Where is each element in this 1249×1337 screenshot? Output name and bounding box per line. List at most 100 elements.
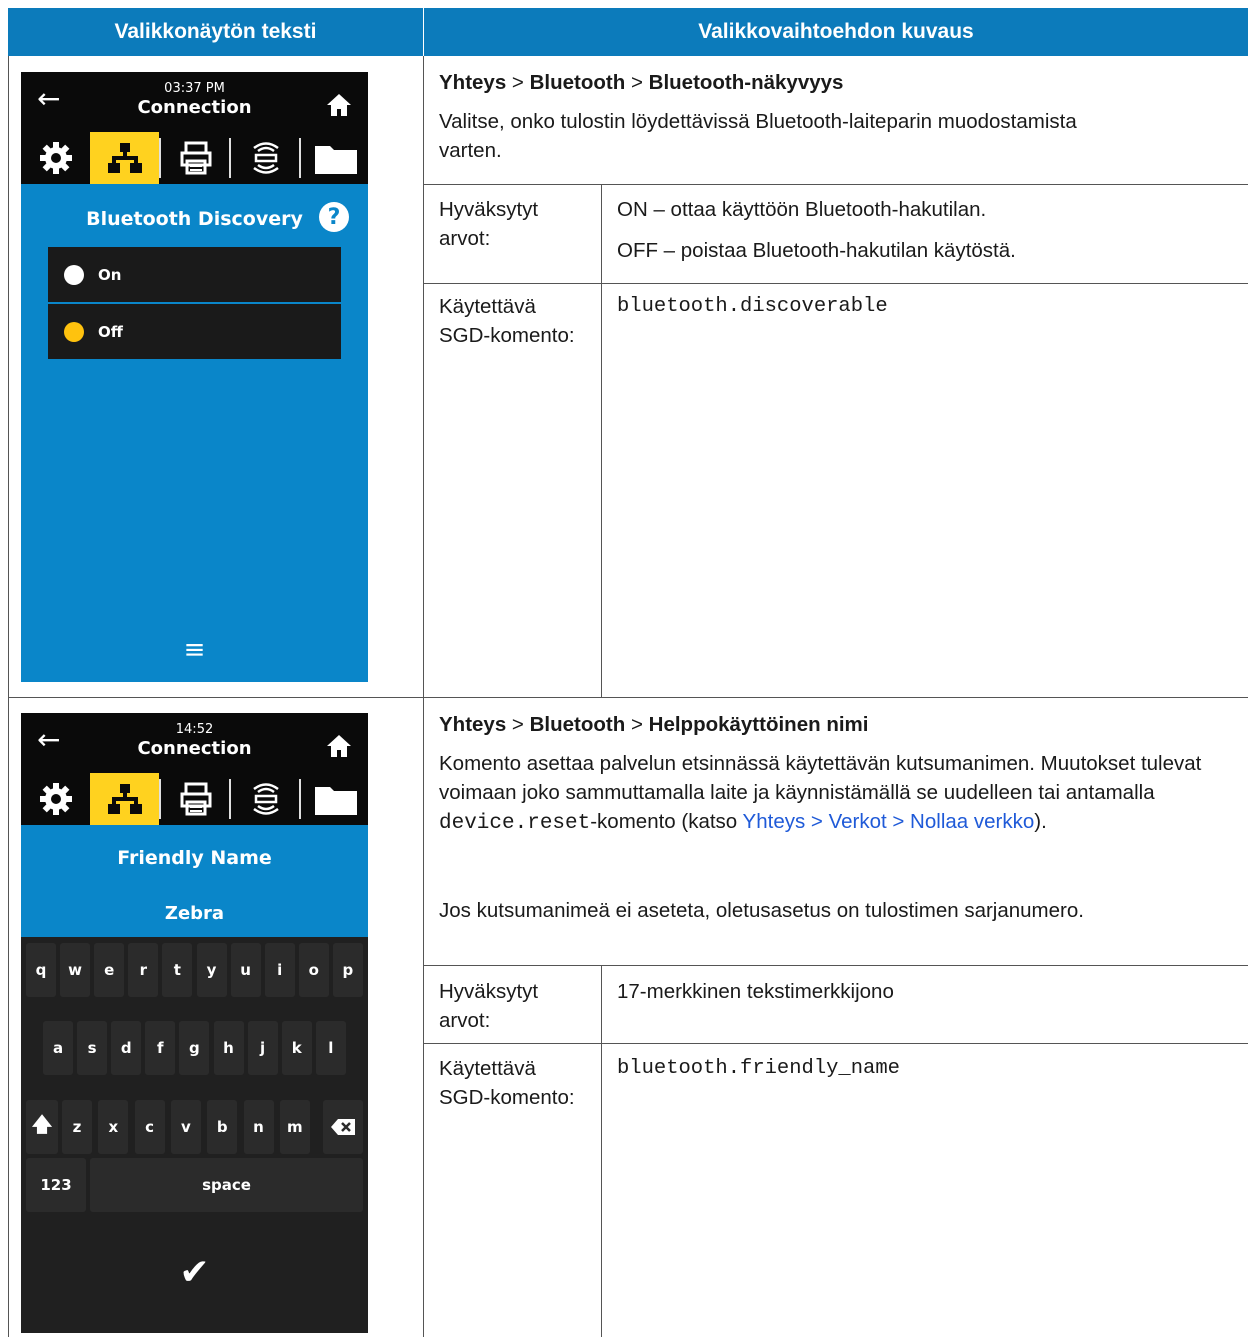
key-q[interactable]: q [26, 943, 56, 997]
row1-subtable-divider [601, 184, 602, 697]
key-r[interactable]: r [128, 943, 159, 997]
home-icon[interactable] [326, 92, 352, 118]
confirm-check-icon[interactable]: ✔ [26, 1217, 363, 1327]
accepted-value: 17-merkkinen tekstimerkkijono [617, 980, 894, 1003]
screen-friendly-name: ← 14:52 Connection Friendly Name Zebra 1… [21, 713, 368, 1333]
radio-selected-icon [64, 321, 84, 342]
row2-subtable-mid [424, 1043, 1248, 1044]
key-c[interactable]: c [134, 1100, 165, 1154]
breadcrumb: Yhteys > Bluetooth > Helppokäyttöinen ni… [439, 713, 869, 736]
shift-key-icon[interactable]: 🡅 [26, 1100, 58, 1154]
key-b[interactable]: b [207, 1100, 238, 1154]
key-e[interactable]: e [94, 943, 125, 997]
key-l[interactable]: l [315, 1021, 346, 1075]
screen-heading: Bluetooth Discovery [86, 208, 303, 230]
option-label: Off [98, 322, 123, 341]
screen-time: 14:52 [175, 722, 214, 737]
tab-settings[interactable] [21, 773, 90, 825]
row2-subtable-top [424, 965, 1248, 966]
key-s[interactable]: s [77, 1021, 108, 1075]
key-o[interactable]: o [298, 943, 329, 997]
row1-subtable-top [424, 184, 1248, 185]
tab-storage[interactable] [301, 132, 368, 184]
option-on[interactable]: On [48, 247, 341, 302]
screen-heading: Friendly Name [117, 847, 272, 869]
tab-connection[interactable] [90, 132, 159, 184]
key-h[interactable]: h [213, 1021, 244, 1075]
screen-title: Connection [137, 738, 252, 759]
accepted-value: OFF – poistaa Bluetooth-hakutilan käytös… [617, 239, 1016, 262]
key-f[interactable]: f [145, 1021, 176, 1075]
friendly-name-value[interactable]: Zebra [21, 903, 368, 924]
home-icon[interactable] [326, 733, 352, 759]
row-divider [8, 697, 1248, 698]
screen-topbar: ← 03:37 PM Connection [21, 72, 368, 132]
backspace-icon [331, 1119, 355, 1135]
folder-icon [314, 787, 357, 815]
accepted-values-label: Hyväksytyt arvot: [439, 980, 539, 1032]
key-k[interactable]: k [281, 1021, 312, 1075]
printer-icon [180, 141, 211, 175]
sgd-command: bluetooth.discoverable [617, 295, 888, 318]
tab-connection[interactable] [90, 773, 159, 825]
tab-print[interactable] [161, 132, 230, 184]
screen-bluetooth-discovery: ← 03:37 PM Connection Bluetooth Discover… [21, 72, 368, 682]
key-t[interactable]: t [162, 943, 193, 997]
key-p[interactable]: p [332, 943, 363, 997]
onscreen-keyboard: 123 space 🡅 ✔ qwertyuiop asdfghjkl zxcvbnm [21, 937, 368, 1333]
backspace-key-icon[interactable] [323, 1100, 363, 1154]
menu-tabs [21, 773, 368, 825]
tab-rfid[interactable] [231, 132, 300, 184]
hamburger-menu-icon[interactable]: ≡ [21, 635, 368, 665]
table-header: Valikkonäytön teksti Valikkovaihtoehdon … [8, 8, 1248, 56]
key-w[interactable]: w [60, 943, 91, 997]
sgd-command: bluetooth.friendly_name [617, 1057, 900, 1080]
header-menu-text: Valikkonäytön teksti [114, 20, 317, 43]
menu-tabs [21, 132, 368, 184]
row1-subtable-mid [424, 283, 1248, 284]
printer-icon [180, 782, 211, 816]
tab-print[interactable] [161, 773, 230, 825]
network-icon [107, 143, 142, 173]
key-d[interactable]: d [111, 1021, 142, 1075]
document-table: Valikkonäytön teksti Valikkovaihtoehdon … [8, 8, 1248, 1337]
header-description: Valikkovaihtoehdon kuvaus [698, 20, 974, 43]
key-j[interactable]: j [247, 1021, 278, 1075]
key-m[interactable]: m [279, 1100, 310, 1154]
cross-reference-link[interactable]: Yhteys > Verkot > Nollaa verkko [743, 810, 1035, 833]
description: Komento asettaa palvelun etsinnässä käyt… [439, 752, 1202, 835]
key-z[interactable]: z [62, 1100, 92, 1154]
key-y[interactable]: y [196, 943, 227, 997]
row2-subtable-divider [601, 965, 602, 1337]
breadcrumb: Yhteys > Bluetooth > Bluetooth-näkyvyys [439, 71, 844, 94]
key-v[interactable]: v [170, 1100, 201, 1154]
key-n[interactable]: n [243, 1100, 274, 1154]
sgd-command-label: Käytettävä SGD-komento: [439, 295, 575, 347]
rfid-icon [252, 142, 279, 174]
tab-settings[interactable] [21, 132, 90, 184]
tab-rfid[interactable] [231, 773, 300, 825]
accepted-value: ON – ottaa käyttöön Bluetooth-hakutilan. [617, 198, 987, 221]
key-g[interactable]: g [179, 1021, 210, 1075]
key-u[interactable]: u [230, 943, 261, 997]
accepted-values-label: Hyväksytyt arvot: [439, 198, 539, 250]
screen-time: 03:37 PM [164, 81, 225, 96]
screen-topbar: ← 14:52 Connection [21, 713, 368, 773]
screen-content: Bluetooth Discovery ? On Off ≡ [21, 184, 368, 682]
key-123[interactable]: 123 [26, 1158, 86, 1212]
option-off[interactable]: Off [48, 304, 341, 359]
screen-content: Friendly Name Zebra [21, 825, 368, 937]
key-a[interactable]: a [43, 1021, 73, 1075]
gear-icon [39, 142, 72, 174]
help-icon[interactable]: ? [319, 202, 349, 232]
key-i[interactable]: i [264, 943, 295, 997]
radio-unselected-icon [64, 264, 84, 285]
gear-icon [39, 783, 72, 815]
network-icon [107, 784, 142, 814]
description: Valitse, onko tulostin löydettävissä Blu… [439, 110, 1077, 162]
key-space[interactable]: space [90, 1158, 363, 1212]
rfid-icon [252, 783, 279, 815]
key-x[interactable]: x [98, 1100, 129, 1154]
sgd-command-label: Käytettävä SGD-komento: [439, 1057, 575, 1109]
tab-storage[interactable] [301, 773, 368, 825]
